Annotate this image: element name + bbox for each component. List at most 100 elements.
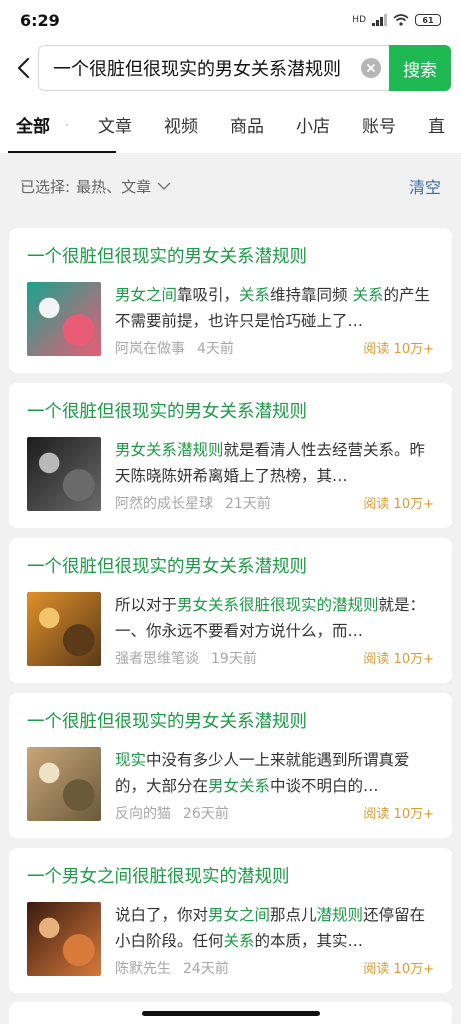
result-reads: 阅读 10万+ bbox=[363, 807, 434, 822]
status-icons: HD 61 bbox=[352, 14, 441, 26]
result-snippet: 说白了，你对男女之间那点儿潜规则还停留在小白阶段。任何关系的本质，其实… bbox=[115, 902, 434, 954]
result-author[interactable]: 反向的猫 bbox=[115, 806, 171, 822]
result-text: 说白了，你对男女之间那点儿潜规则还停留在小白阶段。任何关系的本质，其实… 陈默先生… bbox=[115, 902, 434, 978]
snippet-text: 的本质，其实… bbox=[254, 932, 364, 950]
search-query: 一个很脏但很现实的男女关系潜规则 bbox=[53, 59, 341, 80]
result-title[interactable]: 一个男女之间很脏很现实的潜规则 bbox=[27, 864, 434, 890]
result-title[interactable]: 一个很脏但很现实的男女关系潜规则 bbox=[27, 399, 434, 425]
result-card[interactable]: 一个很脏但很现实的男女关系潜规则现实中没有多少人一上来就能遇到所谓真爱的，大部分… bbox=[9, 693, 452, 838]
snippet-text: 维持靠同频 bbox=[270, 286, 353, 304]
result-author[interactable]: 阿然的成长星球 bbox=[115, 496, 213, 512]
tab-articles[interactable]: 文章 bbox=[82, 96, 148, 153]
search-button[interactable]: 搜索 bbox=[389, 45, 451, 91]
result-body: 说白了，你对男女之间那点儿潜规则还停留在小白阶段。任何关系的本质，其实… 陈默先生… bbox=[27, 902, 434, 978]
result-thumbnail[interactable] bbox=[27, 747, 101, 821]
result-source: 强者思维笔谈 19天前 bbox=[115, 648, 257, 668]
result-time: 26天前 bbox=[183, 806, 229, 822]
snippet-highlight: 关系 bbox=[239, 286, 271, 304]
result-snippet: 所以对于男女关系很脏很现实的潜规则就是：一、你永远不要看对方说什么，而… bbox=[115, 592, 434, 644]
tab-label: 全部 bbox=[16, 117, 50, 137]
back-arrow-icon bbox=[17, 57, 30, 79]
snippet-highlight: 男女关系很脏很现实的潜规则 bbox=[177, 596, 379, 614]
result-body: 现实中没有多少人一上来就能遇到所谓真爱的，大部分在男女关系中谈不明白的… 反向的猫… bbox=[27, 747, 434, 823]
tab-accounts[interactable]: 账号 bbox=[346, 96, 412, 153]
search-bar: 一个很脏但很现实的男女关系潜规则 搜索 bbox=[0, 40, 461, 96]
result-meta: 阿然的成长星球 21天前 阅读 10万+ bbox=[115, 493, 434, 513]
result-source: 阿然的成长星球 21天前 bbox=[115, 493, 271, 513]
snippet-text: 那点儿 bbox=[270, 906, 317, 924]
signal-icon bbox=[372, 14, 387, 26]
result-author[interactable]: 强者思维笔谈 bbox=[115, 651, 199, 667]
result-snippet: 男女之间靠吸引，关系维持靠同频 关系的产生不需要前提，也许只是恰巧碰上了… bbox=[115, 282, 434, 334]
result-body: 所以对于男女关系很脏很现实的潜规则就是：一、你永远不要看对方说什么，而… 强者思维… bbox=[27, 592, 434, 668]
result-title[interactable]: 一个很脏但很现实的男女关系潜规则 bbox=[27, 554, 434, 580]
filter-value: 最热、文章 bbox=[76, 177, 152, 196]
snippet-highlight: 关系 bbox=[223, 932, 255, 950]
result-thumbnail[interactable] bbox=[27, 592, 101, 666]
snippet-highlight: 男女之间 bbox=[208, 906, 271, 924]
filter-row: 已选择: 最热、文章 清空 bbox=[0, 154, 461, 218]
network-label: HD bbox=[352, 15, 366, 25]
tab-products[interactable]: 商品 bbox=[214, 96, 280, 153]
snippet-text: 所以对于 bbox=[115, 596, 178, 614]
tab-live[interactable]: 直 bbox=[412, 96, 461, 153]
result-time: 24天前 bbox=[183, 961, 229, 977]
chevron-down-icon bbox=[157, 181, 171, 190]
clear-search-button[interactable] bbox=[361, 58, 381, 78]
result-thumbnail[interactable] bbox=[27, 902, 101, 976]
results-list: 一个很脏但很现实的男女关系潜规则 男女之间靠吸引，关系维持靠同频 关系的产生不需要… bbox=[0, 218, 461, 993]
result-body: 男女关系潜规则就是看清人性去经营关系。昨天陈晓陈妍希离婚上了热榜，其… 阿然的成长… bbox=[27, 437, 434, 513]
result-reads: 阅读 10万+ bbox=[363, 497, 434, 512]
clear-filter-button[interactable]: 清空 bbox=[409, 174, 441, 198]
status-bar: 6:29 HD 61 bbox=[0, 0, 461, 40]
result-text: 男女关系潜规则就是看清人性去经营关系。昨天陈晓陈妍希离婚上了热榜，其… 阿然的成长… bbox=[115, 437, 434, 513]
snippet-highlight: 潜规则 bbox=[316, 906, 364, 924]
result-source: 反向的猫 26天前 bbox=[115, 803, 229, 823]
result-reads: 阅读 10万+ bbox=[363, 342, 434, 357]
tab-shops[interactable]: 小店 bbox=[280, 96, 346, 153]
result-author[interactable]: 陈默先生 bbox=[115, 961, 171, 977]
result-card[interactable]: 一个很脏但很现实的男女关系潜规则男女之间靠吸引，关系维持靠同频 关系的产生不需要… bbox=[9, 228, 452, 373]
result-meta: 阿岚在做事 4天前 阅读 10万+ bbox=[115, 338, 434, 358]
wifi-icon bbox=[393, 14, 409, 26]
result-text: 所以对于男女关系很脏很现实的潜规则就是：一、你永远不要看对方说什么，而… 强者思维… bbox=[115, 592, 434, 668]
result-time: 21天前 bbox=[225, 496, 271, 512]
result-card[interactable]: 一个很脏但很现实的男女关系潜规则男女关系潜规则就是看清人性去经营关系。昨天陈晓陈… bbox=[9, 383, 452, 528]
result-author[interactable]: 阿岚在做事 bbox=[115, 341, 185, 357]
status-time: 6:29 bbox=[20, 10, 60, 30]
snippet-highlight: 关系 bbox=[352, 286, 384, 304]
header: 6:29 HD 61 一个很脏但很现实的男女关系潜规则 搜索 全部 文章 视频 … bbox=[0, 0, 461, 154]
result-snippet: 男女关系潜规则就是看清人性去经营关系。昨天陈晓陈妍希离婚上了热榜，其… bbox=[115, 437, 434, 489]
result-title[interactable]: 一个很脏但很现实的男女关系潜规则 bbox=[27, 244, 434, 270]
result-source: 陈默先生 24天前 bbox=[115, 958, 229, 978]
snippet-highlight: 男女之间 bbox=[115, 286, 178, 304]
search-input[interactable]: 一个很脏但很现实的男女关系潜规则 bbox=[38, 45, 389, 91]
filter-icon[interactable] bbox=[66, 117, 68, 133]
snippet-text: 靠吸引， bbox=[177, 286, 240, 304]
result-time: 19天前 bbox=[211, 651, 257, 667]
snippet-highlight: 现实 bbox=[115, 751, 147, 769]
result-thumbnail[interactable] bbox=[27, 437, 101, 511]
result-meta: 强者思维笔谈 19天前 阅读 10万+ bbox=[115, 648, 434, 668]
home-indicator[interactable] bbox=[141, 1011, 320, 1016]
snippet-text: 中谈不明白的… bbox=[270, 777, 379, 795]
result-reads: 阅读 10万+ bbox=[363, 652, 434, 667]
result-source: 阿岚在做事 4天前 bbox=[115, 338, 234, 358]
result-title[interactable]: 一个很脏但很现实的男女关系潜规则 bbox=[27, 709, 434, 735]
result-card[interactable]: 一个很脏但很现实的男女关系潜规则所以对于男女关系很脏很现实的潜规则就是：一、你永… bbox=[9, 538, 452, 683]
tab-videos[interactable]: 视频 bbox=[148, 96, 214, 153]
result-snippet: 现实中没有多少人一上来就能遇到所谓真爱的，大部分在男女关系中谈不明白的… bbox=[115, 747, 434, 799]
tab-all[interactable]: 全部 bbox=[0, 96, 116, 153]
back-button[interactable] bbox=[10, 48, 36, 88]
result-card[interactable]: 一个男女之间很脏很现实的潜规则说白了，你对男女之间那点儿潜规则还停留在小白阶段。… bbox=[9, 848, 452, 993]
selected-filter[interactable]: 已选择: 最热、文章 bbox=[20, 176, 171, 197]
snippet-highlight: 男女关系 bbox=[208, 777, 271, 795]
result-meta: 陈默先生 24天前 阅读 10万+ bbox=[115, 958, 434, 978]
snippet-highlight: 男女关系潜规则 bbox=[115, 441, 224, 459]
snippet-text: 说白了，你对 bbox=[115, 906, 209, 924]
close-icon bbox=[367, 64, 375, 72]
result-meta: 反向的猫 26天前 阅读 10万+ bbox=[115, 803, 434, 823]
filter-prefix: 已选择: bbox=[20, 177, 71, 196]
result-text: 现实中没有多少人一上来就能遇到所谓真爱的，大部分在男女关系中谈不明白的… 反向的猫… bbox=[115, 747, 434, 823]
result-thumbnail[interactable] bbox=[27, 282, 101, 356]
